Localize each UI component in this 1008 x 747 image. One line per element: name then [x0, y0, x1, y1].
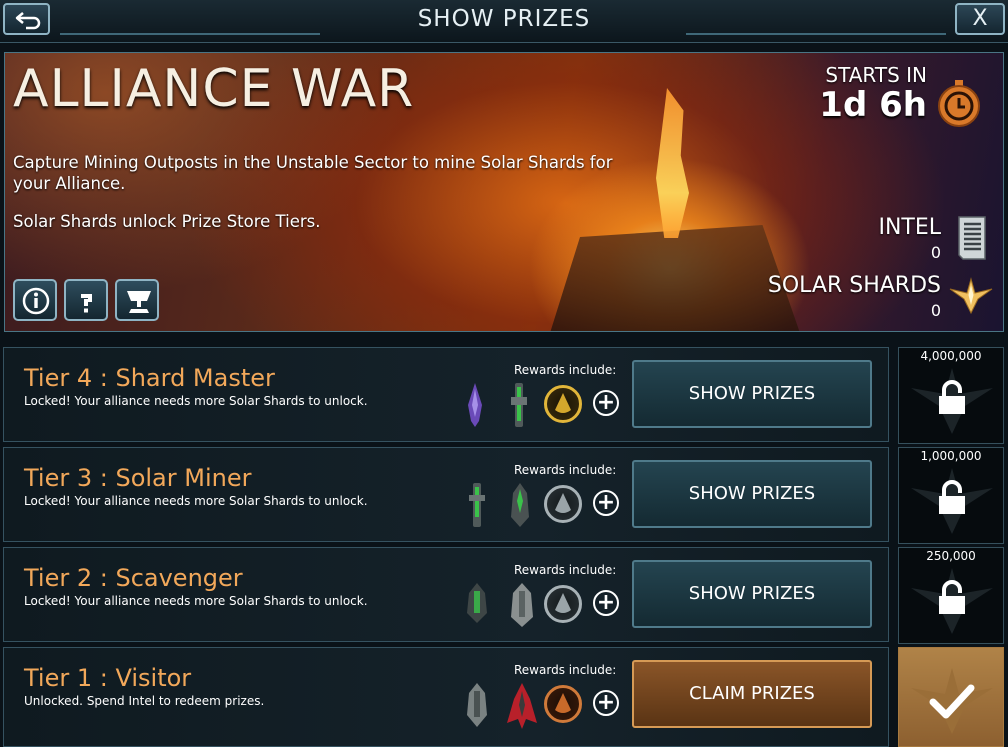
rewards-label: Rewards include:: [514, 363, 617, 377]
starts-in-label: STARTS IN: [825, 63, 927, 87]
tier-status: Locked! Your alliance needs more Solar S…: [24, 394, 368, 408]
tier-shard-threshold: 4,000,000: [920, 349, 982, 363]
intel-value: 0: [930, 243, 941, 262]
tier-name: Tier 2 : Scavenger: [24, 564, 243, 592]
tier-status: Unlocked. Spend Intel to redeem prizes.: [24, 694, 265, 708]
tier-status: Locked! Your alliance needs more Solar S…: [24, 594, 368, 608]
intel-label: INTEL: [878, 215, 941, 240]
more-rewards-plus-icon[interactable]: +: [593, 490, 619, 516]
tier-shard-threshold: 250,000: [926, 549, 976, 563]
rewards-label: Rewards include:: [514, 663, 617, 677]
claim-prizes-button[interactable]: CLAIM PRIZES: [632, 660, 872, 728]
tier-name: Tier 4 : Shard Master: [24, 364, 275, 392]
tier-row: Tier 2 : Scavenger Locked! Your alliance…: [3, 547, 889, 642]
show-prizes-button[interactable]: SHOW PRIZES: [632, 560, 872, 628]
gold-reward-coin-icon: [544, 385, 582, 423]
lock-icon: [939, 480, 965, 514]
event-banner: ALLIANCE WAR Capture Mining Outposts in …: [4, 52, 1004, 332]
help-button[interactable]: [64, 279, 108, 321]
rewards-label: Rewards include:: [514, 563, 617, 577]
header-decoration-right: [686, 33, 946, 35]
solar-shards-value: 0: [930, 301, 941, 320]
solar-shards-label: SOLAR SHARDS: [767, 273, 941, 298]
tier-lock-panel: 250,000: [898, 547, 1004, 644]
tier-row: Tier 1 : Visitor Unlocked. Spend Intel t…: [3, 647, 889, 747]
ship-icon: [511, 583, 533, 627]
stopwatch-icon: [938, 80, 980, 127]
ship-icon: [467, 583, 487, 623]
ship-icon: [511, 483, 529, 527]
leaderboard-button[interactable]: [115, 279, 159, 321]
tier-lock-panel: 1,000,000: [898, 447, 1004, 544]
tier-unlocked-panel: [898, 647, 1004, 747]
event-description: Capture Mining Outposts in the Unstable …: [13, 153, 613, 193]
banner-flame-art: [656, 88, 689, 238]
close-button[interactable]: X: [955, 3, 1005, 35]
tier-shard-threshold: 1,000,000: [920, 449, 982, 463]
event-title: ALLIANCE WAR: [13, 59, 415, 119]
tier-name: Tier 1 : Visitor: [24, 664, 192, 692]
checkmark-icon: [911, 668, 993, 734]
lock-icon: [939, 380, 965, 414]
tier-row: Tier 4 : Shard Master Locked! Your allia…: [3, 347, 889, 442]
help-icon: [81, 294, 92, 313]
bronze-reward-coin-icon: [544, 685, 582, 723]
show-prizes-button[interactable]: SHOW PRIZES: [632, 360, 872, 428]
solar-shard-icon: [949, 277, 993, 315]
more-rewards-plus-icon[interactable]: +: [593, 690, 619, 716]
ship-icon: [507, 683, 537, 729]
event-description-secondary: Solar Shards unlock Prize Store Tiers.: [13, 212, 321, 231]
trophy-icon: [127, 291, 151, 313]
rewards-label: Rewards include:: [514, 463, 617, 477]
info-icon: [22, 287, 50, 315]
ship-icon: [511, 383, 527, 427]
more-rewards-plus-icon[interactable]: +: [593, 390, 619, 416]
tier-status: Locked! Your alliance needs more Solar S…: [24, 494, 368, 508]
ship-icon: [469, 483, 485, 527]
starts-in-timer: 1d 6h: [819, 85, 927, 125]
info-button[interactable]: [13, 279, 57, 321]
header-decoration-left: [60, 33, 320, 35]
top-bar: SHOW PRIZES X: [0, 0, 1008, 43]
tier-name: Tier 3 : Solar Miner: [24, 464, 252, 492]
silver-reward-coin-icon: [544, 585, 582, 623]
tier-row: Tier 3 : Solar Miner Locked! Your allian…: [3, 447, 889, 542]
intel-document-icon: [958, 216, 986, 260]
show-prizes-button[interactable]: SHOW PRIZES: [632, 460, 872, 528]
more-rewards-plus-icon[interactable]: +: [593, 590, 619, 616]
ship-icon: [467, 683, 487, 727]
lock-icon: [939, 580, 965, 614]
page-title: SHOW PRIZES: [417, 6, 591, 32]
ship-icon: [468, 383, 482, 427]
tier-lock-panel: 4,000,000: [898, 347, 1004, 444]
silver-reward-coin-icon: [544, 485, 582, 523]
